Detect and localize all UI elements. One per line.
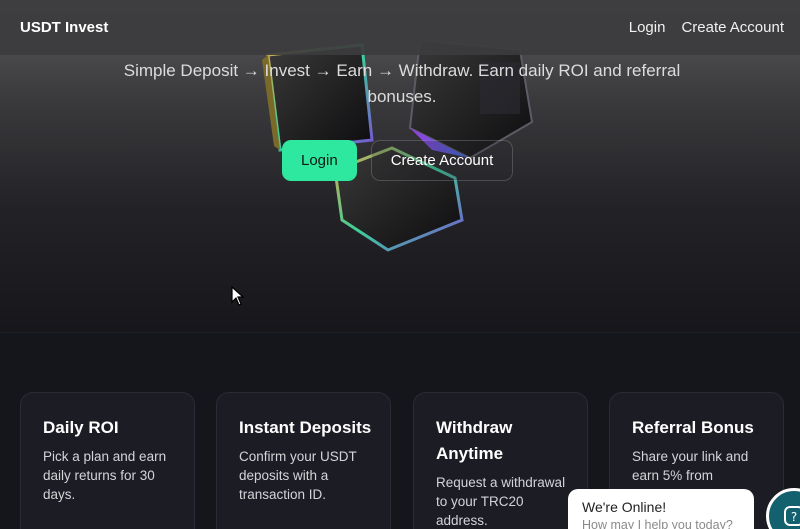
feature-card-instant-deposits: Instant Deposits Confirm your USDT depos… [216, 392, 391, 529]
svg-text:?: ? [791, 510, 797, 524]
feature-description: Confirm your USDT deposits with a transa… [239, 449, 357, 502]
feature-title: Withdraw Anytime [436, 418, 513, 463]
feature-title: Referral Bonus [632, 418, 754, 437]
brand-logo-text[interactable]: USDT Invest [20, 19, 108, 36]
nav-create-account-link[interactable]: Create Account [681, 19, 784, 36]
hero-actions: Login Create Account [282, 140, 514, 181]
chat-subtitle: How may I help you today? [582, 518, 733, 529]
chat-title: We're Online! [582, 499, 667, 515]
mouse-cursor-icon [231, 286, 245, 306]
top-navbar: USDT Invest Login Create Account [0, 0, 800, 55]
nav-login-link[interactable]: Login [629, 19, 666, 36]
feature-description: Request a withdrawal to your TRC20 addre… [436, 475, 566, 528]
hero-tagline: Simple Deposit → Invest → Earn → Withdra… [123, 61, 681, 106]
chat-greeting-bubble[interactable]: We're Online! How may I help you today? [568, 489, 754, 529]
feature-title: Instant Deposits [239, 418, 372, 437]
feature-title: Daily ROI [43, 418, 119, 437]
feature-card-withdraw-anytime: Withdraw Anytime Request a withdrawal to… [413, 392, 588, 529]
feature-description: Pick a plan and earn daily returns for 3… [43, 449, 167, 502]
feature-card-daily-roi: Daily ROI Pick a plan and earn daily ret… [20, 392, 195, 529]
hero-create-account-button[interactable]: Create Account [370, 140, 514, 181]
chat-help-icon: ? [784, 506, 800, 526]
hero-login-button[interactable]: Login [282, 140, 357, 181]
nav-links: Login Create Account [629, 19, 784, 36]
